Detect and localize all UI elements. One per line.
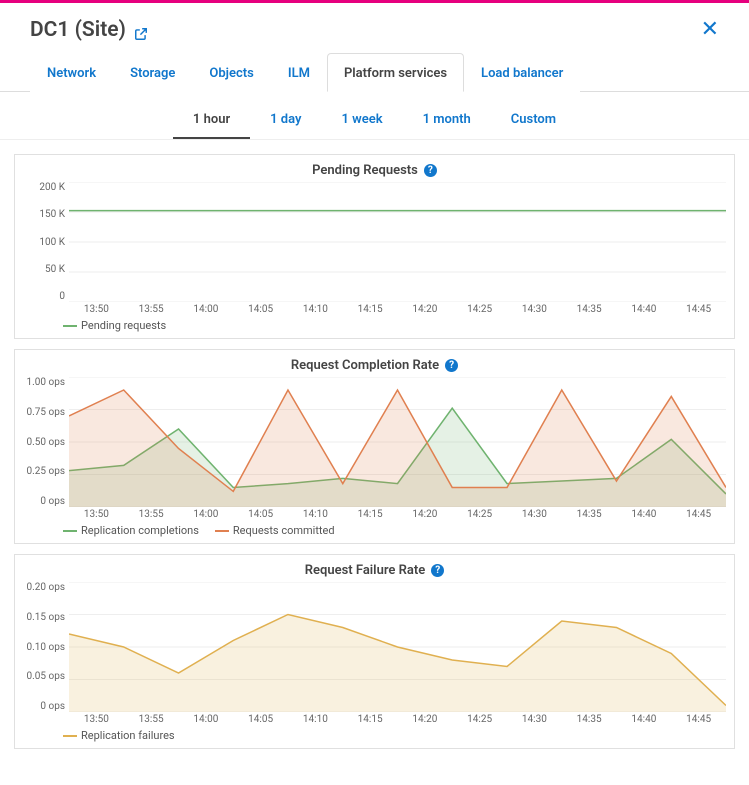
timerange-1-week[interactable]: 1 week <box>321 104 402 139</box>
page-title: DC1 (Site) <box>30 18 148 42</box>
timerange-tabs: 1 hour1 day1 week1 monthCustom <box>0 104 749 140</box>
tab-network[interactable]: Network <box>30 53 113 92</box>
legend-item: Replication completions <box>63 524 199 537</box>
tab-ilm[interactable]: ILM <box>271 53 327 92</box>
y-axis: 0.20 ops0.15 ops0.10 ops0.05 ops0 ops <box>23 582 69 712</box>
chart-legend: Replication completions Requests committe… <box>63 524 726 537</box>
close-button[interactable]: ✕ <box>693 13 727 46</box>
timerange-1-day[interactable]: 1 day <box>250 104 321 139</box>
plot-svg <box>69 377 726 507</box>
tab-platform-services[interactable]: Platform services <box>327 53 464 92</box>
chart-title-text: Request Failure Rate <box>305 563 425 578</box>
help-icon[interactable]: ? <box>445 359 458 372</box>
legend-item: Pending requests <box>63 319 166 332</box>
x-axis: 13:5013:5514:0014:0514:1014:1514:2014:25… <box>69 714 726 725</box>
chart-legend: Replication failures <box>63 729 726 742</box>
help-icon[interactable]: ? <box>431 564 444 577</box>
chart-request-failure-rate: Request Failure Rate? 0.20 ops0.15 ops0.1… <box>14 554 735 749</box>
timerange-1-hour[interactable]: 1 hour <box>173 104 250 139</box>
main-tabs: NetworkStorageObjectsILMPlatform service… <box>0 52 749 92</box>
site-name: DC1 (Site) <box>30 18 126 42</box>
timerange-1-month[interactable]: 1 month <box>403 104 491 139</box>
chart-title-text: Pending Requests <box>312 163 418 178</box>
legend-item: Replication failures <box>63 729 175 742</box>
chart-request-completion-rate: Request Completion Rate? 1.00 ops0.75 ops… <box>14 349 735 544</box>
tab-load-balancer[interactable]: Load balancer <box>464 53 580 92</box>
chart-legend: Pending requests <box>63 319 726 332</box>
legend-label: Replication failures <box>81 729 175 742</box>
x-axis: 13:5013:5514:0014:0514:1014:1514:2014:25… <box>69 304 726 315</box>
plot-svg <box>69 582 726 712</box>
help-icon[interactable]: ? <box>424 164 437 177</box>
legend-label: Pending requests <box>81 319 166 332</box>
x-axis: 13:5013:5514:0014:0514:1014:1514:2014:25… <box>69 509 726 520</box>
legend-item: Requests committed <box>215 524 335 537</box>
legend-label: Requests committed <box>233 524 335 537</box>
open-external-icon[interactable] <box>134 23 148 37</box>
chart-title-text: Request Completion Rate <box>291 358 439 373</box>
y-axis: 200 K150 K100 K50 K0 <box>23 182 69 302</box>
y-axis: 1.00 ops0.75 ops0.50 ops0.25 ops0 ops <box>23 377 69 507</box>
plot-svg <box>69 182 726 302</box>
tab-storage[interactable]: Storage <box>113 53 192 92</box>
legend-label: Replication completions <box>81 524 199 537</box>
timerange-custom[interactable]: Custom <box>491 104 576 139</box>
tab-objects[interactable]: Objects <box>192 53 270 92</box>
chart-pending-requests: Pending Requests? 200 K150 K100 K50 K013:… <box>14 154 735 339</box>
